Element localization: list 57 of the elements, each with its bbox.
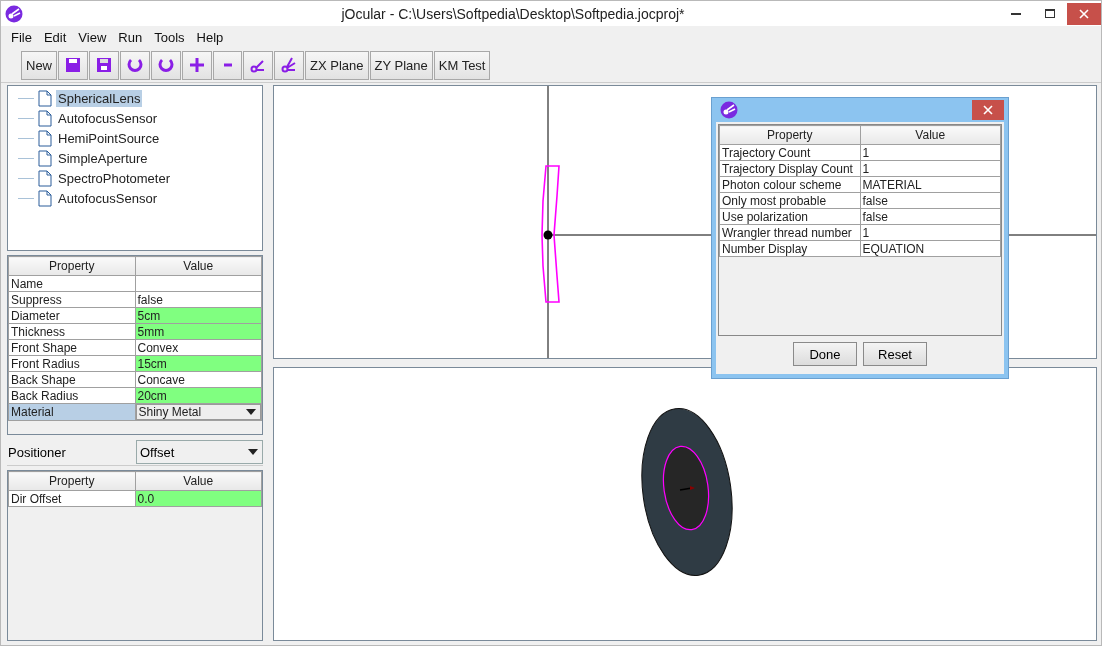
value-dropdown[interactable]: Shiny Metal: [135, 404, 261, 420]
menu-item[interactable]: File: [5, 29, 38, 45]
tree-item[interactable]: AutofocusSensor: [56, 189, 159, 207]
column-header[interactable]: Property: [8, 256, 135, 276]
menu-item[interactable]: Run: [112, 29, 149, 45]
app-logo-icon: [720, 101, 738, 119]
minimize-icon: [1011, 12, 1021, 15]
column-header[interactable]: Value: [860, 125, 1001, 145]
document-icon: [38, 129, 52, 147]
tree-item[interactable]: SpectroPhotometer: [56, 169, 172, 187]
app-logo-icon: [5, 4, 23, 23]
document-icon: [38, 109, 52, 127]
caret-icon: [246, 409, 256, 415]
toolbar-button[interactable]: [58, 50, 88, 80]
toolbar-button[interactable]: [151, 50, 181, 80]
positioner-label: Positioner: [7, 444, 67, 460]
document-icon: [38, 89, 52, 107]
menu-item[interactable]: Tools: [148, 29, 191, 45]
tree-item[interactable]: SimpleAperture: [56, 149, 150, 167]
menu-item[interactable]: Help: [190, 29, 230, 45]
close-button[interactable]: [972, 100, 1004, 120]
positioner-dropdown[interactable]: Offset: [136, 440, 263, 464]
toolbar-button[interactable]: [274, 50, 304, 80]
3d-view-canvas[interactable]: [273, 367, 1097, 641]
column-header[interactable]: Property: [719, 125, 860, 145]
toolbar-button[interactable]: [120, 50, 150, 80]
column-header[interactable]: Value: [135, 471, 262, 491]
save-icon: [63, 55, 83, 75]
toolbar-button[interactable]: KM Test: [433, 50, 491, 80]
tree-item[interactable]: HemiPointSource: [56, 129, 162, 147]
toolbar-button[interactable]: New: [21, 50, 57, 80]
column-header[interactable]: Property: [8, 471, 135, 491]
tree-item[interactable]: SphericalLens: [56, 89, 143, 107]
dialog-button[interactable]: Reset: [863, 342, 927, 366]
toolbar-button[interactable]: [243, 50, 273, 80]
toolbar-button[interactable]: ZX Plane: [305, 50, 369, 80]
column-header[interactable]: Value: [135, 256, 262, 276]
dialog-button[interactable]: Done: [793, 342, 857, 366]
tree-item[interactable]: AutofocusSensor: [56, 109, 159, 127]
document-icon: [38, 189, 52, 207]
document-icon: [38, 149, 52, 167]
menu-item[interactable]: Edit: [37, 29, 73, 45]
origin-dot: [543, 230, 553, 240]
minus-icon: [222, 63, 233, 67]
toolbar-button[interactable]: [89, 50, 119, 80]
close-button[interactable]: [1067, 2, 1101, 25]
close-icon: [983, 105, 993, 115]
caret-icon: [248, 449, 258, 455]
save-icon: [94, 55, 114, 75]
toolbar-button[interactable]: [182, 50, 212, 80]
close-icon: [1079, 8, 1089, 19]
maximize-icon: [1045, 9, 1055, 18]
document-icon: [38, 169, 52, 187]
toolbar-button[interactable]: ZY Plane: [369, 50, 433, 80]
window-title: jOcular - C:\Users\Softpedia\Desktop\Softpedia.jocproj*: [340, 5, 686, 22]
plus-icon: [187, 55, 207, 75]
menu-item[interactable]: View: [72, 29, 113, 45]
